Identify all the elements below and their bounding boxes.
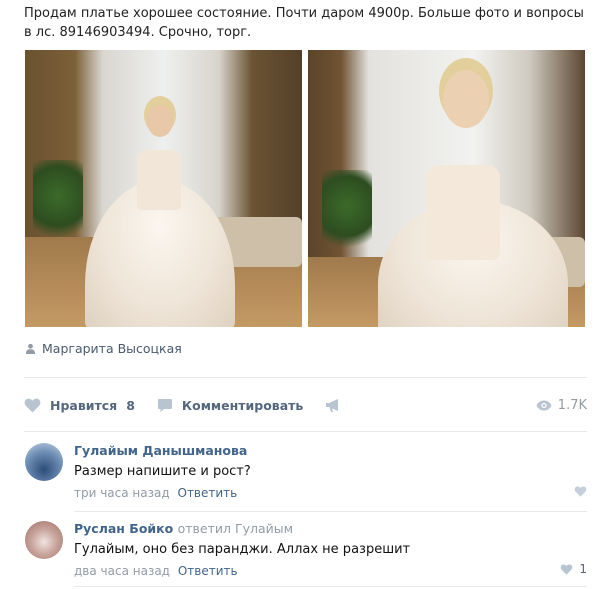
reply-button[interactable]: Ответить [178, 486, 238, 500]
reply-button[interactable]: Ответить [178, 564, 238, 578]
comment-label: Комментировать [181, 397, 304, 413]
heart-icon [24, 398, 41, 412]
divider [24, 377, 587, 378]
photo-plant [33, 160, 83, 250]
avatar[interactable] [25, 443, 63, 481]
post-author[interactable]: Маргарита Высоцкая [25, 341, 182, 356]
post-text: Продам платье хорошее состояние. Почти д… [24, 6, 584, 40]
comment-time[interactable]: три часа назад [74, 486, 170, 500]
comment-replied-to[interactable]: ответил Гулайым [178, 521, 293, 536]
comment-time[interactable]: два часа назад [74, 564, 170, 578]
post-photo-2[interactable] [308, 50, 585, 327]
comment-item: Гулайым Данышманова Размер напишите и ро… [25, 443, 587, 503]
comment-button[interactable]: Комментировать [157, 398, 303, 413]
heart-icon [561, 563, 573, 575]
views-count: 1.7K [557, 397, 587, 413]
comment-item: Руслан Бойко ответил Гулайым Гулайым, он… [25, 521, 587, 581]
divider [74, 586, 587, 587]
views-counter: 1.7K [536, 398, 587, 413]
photo-bride-head [147, 105, 173, 137]
heart-icon [574, 486, 587, 497]
post-author-name: Маргарита Высоцкая [42, 341, 182, 356]
divider [74, 511, 587, 512]
comment-like-button[interactable] [574, 486, 587, 497]
comment-meta: три часа назад Ответить [74, 485, 587, 501]
comment-text: Гулайым, оно без паранджи. Аллах не разр… [74, 542, 411, 557]
post-photo-1[interactable] [25, 50, 302, 327]
eye-icon [536, 400, 552, 410]
comment-author[interactable]: Руслан Бойко ответил Гулайым [74, 521, 587, 537]
like-label: Нравится [50, 397, 118, 413]
share-button[interactable] [325, 398, 351, 413]
person-icon [25, 343, 36, 354]
comment-text: Размер напишите и рост? [74, 464, 251, 479]
photo-bride-head [443, 70, 489, 128]
avatar[interactable] [25, 521, 63, 559]
like-count: 8 [126, 397, 135, 413]
divider [24, 431, 587, 432]
comment-meta: два часа назад Ответить [74, 563, 587, 579]
comment-author[interactable]: Гулайым Данышманова [74, 443, 587, 459]
comment-like-count: 1 [579, 562, 587, 576]
photo-plant [322, 170, 372, 260]
like-button[interactable]: Нравится 8 [24, 398, 135, 413]
photo-bodice [137, 150, 181, 210]
photo-bodice [426, 165, 500, 260]
share-megaphone-icon [326, 398, 339, 412]
post-actions-bar: Нравится 8 Комментировать 1.7K [24, 394, 587, 416]
comment-like-button[interactable]: 1 [560, 562, 587, 576]
comment-icon [157, 398, 172, 412]
